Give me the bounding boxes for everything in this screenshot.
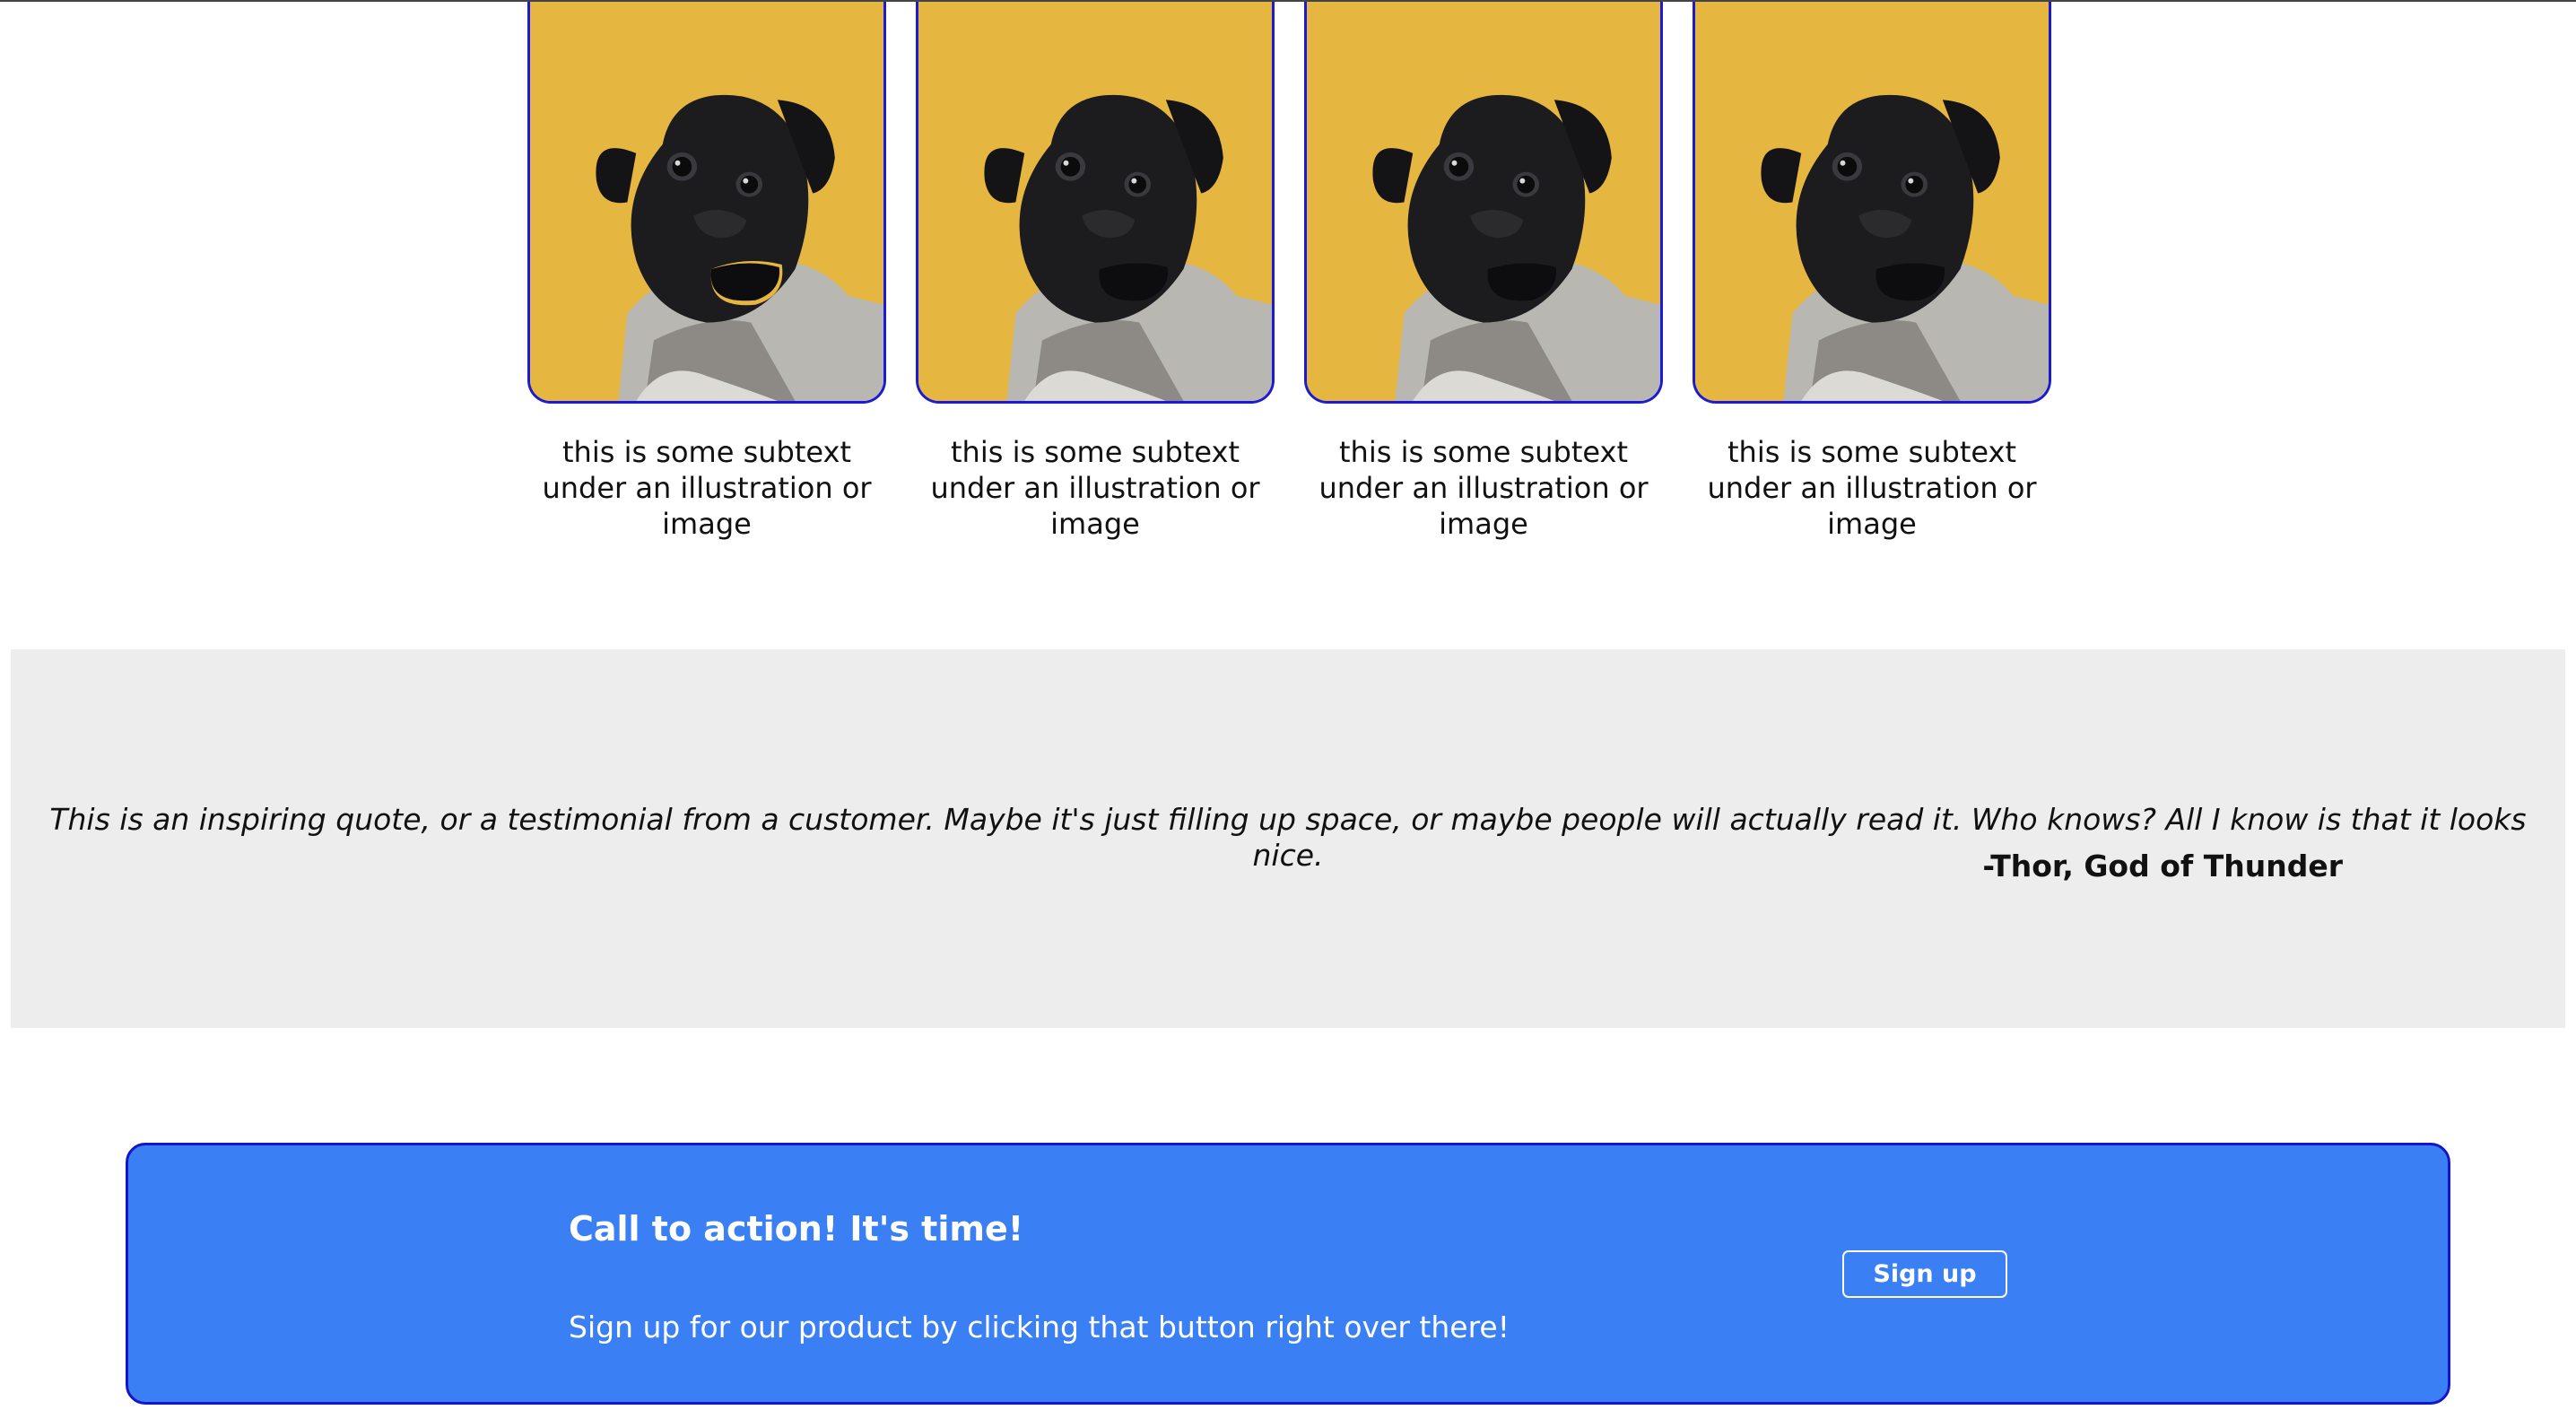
image-card: this is some subtext under an illustrati… [1693, 2, 2051, 542]
image-card: this is some subtext under an illustrati… [1304, 2, 1663, 542]
pug-image [916, 2, 1275, 404]
quote-section: This is an inspiring quote, or a testimo… [11, 649, 2565, 1028]
card-caption: this is some subtext under an illustrati… [542, 435, 872, 541]
quote-author: -Thor, God of Thunder [1982, 849, 2343, 883]
image-card: this is some subtext under an illustrati… [527, 2, 886, 542]
image-cards-row: this is some subtext under an illustrati… [527, 2, 2051, 542]
call-to-action-panel: Call to action! It's time! Sign up for o… [126, 1143, 2450, 1405]
card-caption: this is some subtext under an illustrati… [1707, 435, 2037, 541]
image-card: this is some subtext under an illustrati… [916, 2, 1275, 542]
sign-up-button[interactable]: Sign up [1842, 1250, 2007, 1298]
card-caption: this is some subtext under an illustrati… [1318, 435, 1649, 541]
cta-subtitle: Sign up for our product by clicking that… [569, 1310, 1510, 1345]
pug-image [1693, 2, 2051, 404]
cta-title: Call to action! It's time! [569, 1209, 1024, 1249]
page: this is some subtext under an illustrati… [0, 0, 2576, 1410]
pug-image [527, 2, 886, 404]
pug-image [1304, 2, 1663, 404]
card-caption: this is some subtext under an illustrati… [930, 435, 1260, 541]
